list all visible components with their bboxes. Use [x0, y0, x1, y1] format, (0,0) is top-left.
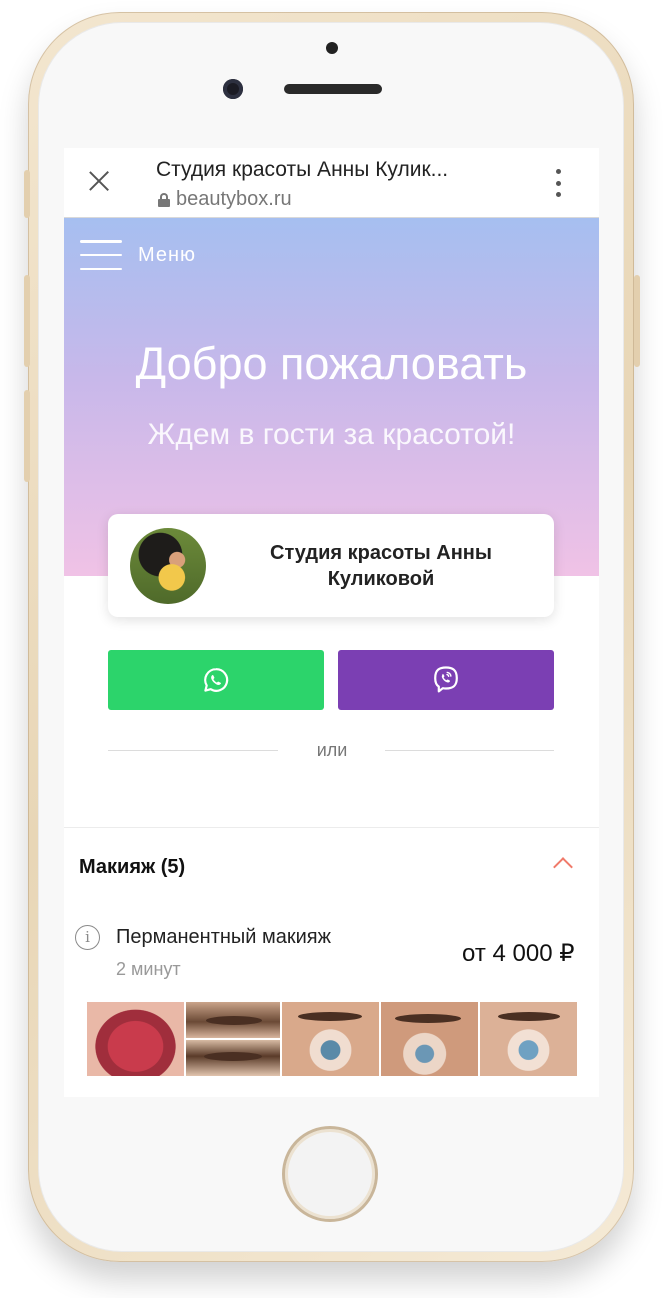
gallery-image-brow-bottom[interactable] — [186, 1040, 280, 1076]
whatsapp-icon — [204, 668, 229, 692]
category-title[interactable]: Макияж (5) — [79, 856, 185, 879]
avatar — [130, 528, 206, 604]
hero-subtitle: Ждем в гости за красотой! — [147, 418, 516, 451]
page-title: Студия красоты Анны Кулик... — [156, 158, 449, 181]
studio-name: Студия красоты Анны Куликовой — [270, 542, 492, 590]
service-price: от 4 000 ₽ — [462, 940, 575, 967]
gallery-image-lips[interactable] — [87, 1002, 184, 1076]
menu-label[interactable]: Меню — [138, 244, 196, 267]
info-icon[interactable]: i — [75, 925, 100, 950]
or-separator: или — [316, 740, 348, 760]
close-icon[interactable] — [86, 168, 112, 194]
phone-screen: Студия красоты Анны Кулик... beautybox.r… — [64, 148, 599, 1097]
volume-up-button — [24, 275, 30, 367]
front-camera — [223, 79, 243, 99]
mute-switch — [24, 170, 30, 218]
divider-left — [108, 750, 278, 751]
gallery-image-eye-3[interactable] — [480, 1002, 577, 1076]
service-duration: 2 минут — [116, 959, 181, 979]
gallery-image-eye-1[interactable] — [282, 1002, 379, 1076]
viber-icon — [434, 666, 458, 693]
section-divider — [64, 827, 599, 828]
lock-icon — [158, 192, 170, 207]
home-button[interactable] — [282, 1126, 378, 1222]
chevron-up-icon[interactable] — [553, 857, 573, 877]
hamburger-menu-icon[interactable] — [80, 240, 122, 270]
hero-title: Добро пожаловать — [135, 338, 528, 389]
proximity-sensor — [326, 42, 338, 54]
divider-right — [385, 750, 554, 751]
browser-toolbar: Студия красоты Анны Кулик... beautybox.r… — [64, 148, 599, 218]
whatsapp-button[interactable] — [108, 650, 324, 710]
gallery-image-brow-top[interactable] — [186, 1002, 280, 1038]
more-options-icon[interactable] — [554, 169, 562, 197]
url-text: beautybox.ru — [176, 188, 292, 210]
earpiece-speaker — [284, 84, 382, 94]
volume-down-button — [24, 390, 30, 482]
power-button — [634, 275, 640, 367]
viber-button[interactable] — [338, 650, 554, 710]
service-name[interactable]: Перманентный макияж — [116, 926, 331, 949]
gallery-image-eye-2[interactable] — [381, 1002, 478, 1076]
service-gallery — [87, 1002, 577, 1076]
url-display[interactable]: beautybox.ru — [158, 188, 292, 211]
studio-card[interactable]: Студия красоты Анны Куликовой — [108, 514, 554, 617]
